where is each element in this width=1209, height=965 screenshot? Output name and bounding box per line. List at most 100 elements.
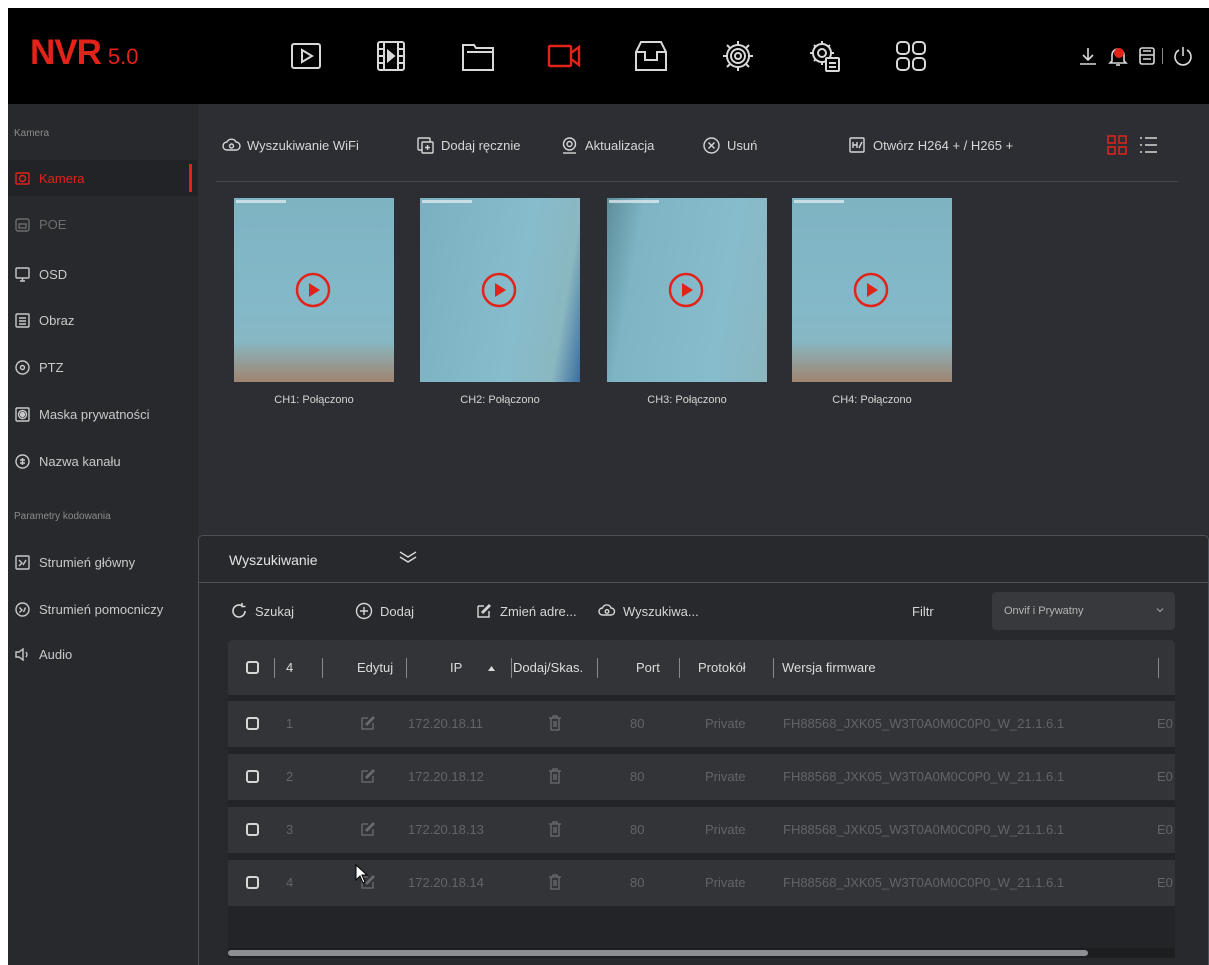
table-row[interactable]: 2 172.20.18.12 80 Private FH88568_JXK05_…: [228, 754, 1175, 800]
edit-icon[interactable]: [359, 767, 377, 785]
column-header-ip[interactable]: IP: [450, 660, 462, 675]
search-button-label: Szukaj: [255, 603, 295, 619]
chevron-down-icon: [1156, 608, 1164, 613]
channel-status-label: CH3: Połączono: [647, 394, 727, 406]
row-number: 3: [286, 822, 294, 837]
sidebar-item-privacy-mask[interactable]: Maska prywatności: [8, 396, 198, 432]
collapse-chevron-icon[interactable]: [397, 548, 419, 566]
select-all-checkbox[interactable]: [246, 661, 259, 674]
column-divider: [274, 658, 275, 678]
sidebar-item-audio[interactable]: Audio: [8, 636, 198, 672]
sidebar-item-camera[interactable]: Kamera: [8, 160, 198, 196]
column-header-protocol[interactable]: Protokół: [698, 660, 746, 675]
edit-icon[interactable]: [359, 714, 377, 732]
row-ip: 172.20.18.13: [408, 822, 484, 837]
add-manual-button[interactable]: Dodaj ręcznie: [416, 136, 521, 155]
monitor-icon: [15, 266, 30, 282]
channel-status-label: CH4: Połączono: [832, 394, 912, 406]
row-checkbox[interactable]: [246, 876, 259, 889]
row-protocol: Private: [705, 822, 746, 837]
row-extra: E0: [1157, 875, 1173, 890]
camera-icon: [15, 171, 30, 185]
change-address-button[interactable]: Zmień adre...: [475, 602, 577, 620]
channel-video-preview[interactable]: [234, 198, 394, 382]
audio-icon: [15, 647, 28, 661]
column-header-edit[interactable]: Edytuj: [357, 660, 393, 675]
column-header-port[interactable]: Port: [636, 660, 660, 675]
play-icon[interactable]: [480, 271, 518, 309]
column-header-firmware[interactable]: Wersja firmware: [782, 660, 876, 675]
play-icon[interactable]: [852, 271, 890, 309]
apps-icon[interactable]: [893, 38, 929, 74]
delete-trash-icon[interactable]: [546, 820, 564, 838]
add-button[interactable]: Dodaj: [355, 602, 414, 620]
delete-trash-icon[interactable]: [546, 873, 564, 891]
sidebar-item-sub-stream[interactable]: Strumień pomocniczy: [8, 591, 198, 627]
edit-icon[interactable]: [359, 820, 377, 838]
row-checkbox[interactable]: [246, 770, 259, 783]
column-divider: [511, 658, 512, 678]
notification-bell-icon[interactable]: [1107, 45, 1129, 67]
row-port: 80: [630, 769, 645, 784]
system-settings-icon[interactable]: [806, 38, 842, 74]
settings-icon[interactable]: [720, 38, 756, 74]
row-number: 4: [286, 875, 294, 890]
delete-trash-icon[interactable]: [546, 767, 564, 785]
table-row[interactable]: 3 172.20.18.13 80 Private FH88568_JXK05_…: [228, 807, 1175, 853]
row-firmware: FH88568_JXK05_W3T0A0M0C0P0_W_21.1.6.1: [783, 822, 1065, 837]
table-row[interactable]: 4 172.20.18.14 80 Private FH88568_JXK05_…: [228, 860, 1175, 906]
folder-icon[interactable]: [460, 38, 496, 74]
playback-icon[interactable]: [288, 38, 324, 74]
search-button[interactable]: Szukaj: [230, 602, 294, 620]
filter-dropdown[interactable]: Onvif i Prywatny: [992, 592, 1175, 630]
power-icon[interactable]: [1172, 45, 1194, 67]
codec-icon: [849, 137, 865, 153]
delete-button[interactable]: Usuń: [702, 136, 757, 155]
logo-version: 5.0: [107, 44, 139, 69]
video-files-icon[interactable]: [373, 38, 409, 74]
download-icon[interactable]: [1077, 45, 1099, 67]
poe-icon: [15, 217, 30, 232]
row-checkbox[interactable]: [246, 717, 259, 730]
sidebar-item-channel-name[interactable]: Nazwa kanału: [8, 443, 198, 479]
row-extra: E0: [1157, 716, 1173, 731]
channel-video-preview[interactable]: [420, 198, 580, 382]
delete-trash-icon[interactable]: [546, 714, 564, 732]
h265-button[interactable]: Otwórz H264 + / H265 +: [848, 136, 1013, 155]
wifi-search-button[interactable]: Wyszukiwanie WiFi: [222, 136, 359, 155]
storage-icon[interactable]: [633, 38, 669, 74]
account-icon[interactable]: [1136, 45, 1158, 67]
grid-view-icon[interactable]: [1106, 134, 1128, 156]
row-firmware: FH88568_JXK05_W3T0A0M0C0P0_W_21.1.6.1: [783, 769, 1065, 784]
row-extra: E0: [1157, 769, 1173, 784]
table-row[interactable]: 1 172.20.18.11 80 Private FH88568_JXK05_…: [228, 701, 1175, 747]
update-icon: [562, 137, 577, 154]
camera-icon[interactable]: [546, 38, 582, 74]
sidebar-item-poe[interactable]: POE: [8, 206, 198, 242]
column-divider: [773, 658, 774, 678]
search-panel-header: Wyszukiwanie: [199, 536, 1208, 583]
column-header-add-delete[interactable]: Dodaj/Skas.: [513, 660, 583, 675]
sidebar-item-image[interactable]: Obraz: [8, 302, 198, 338]
sidebar-section-camera: Kamera: [14, 128, 50, 139]
sort-ascending-icon[interactable]: [487, 664, 496, 673]
horizontal-scrollbar[interactable]: [228, 948, 1175, 958]
sidebar-item-osd[interactable]: OSD: [8, 256, 198, 292]
sub-stream-icon: [15, 601, 30, 617]
main-content: Wyszukiwanie WiFi Dodaj ręcznie Aktualiz…: [198, 104, 1209, 965]
channel-status-label: CH2: Połączono: [460, 394, 540, 406]
sidebar-item-label: PTZ: [39, 359, 64, 375]
delete-icon: [703, 137, 720, 154]
sidebar-item-ptz[interactable]: PTZ: [8, 349, 198, 385]
sidebar-item-main-stream[interactable]: Strumień główny: [8, 544, 198, 580]
row-checkbox[interactable]: [246, 823, 259, 836]
update-button[interactable]: Aktualizacja: [560, 136, 654, 155]
sidebar-section-encoding: Parametry kodowania: [14, 511, 111, 522]
scrollbar-thumb[interactable]: [228, 950, 1088, 956]
play-icon[interactable]: [667, 271, 705, 309]
cloud-search-button[interactable]: Wyszukiwa...: [598, 602, 699, 620]
channel-video-preview[interactable]: [607, 198, 767, 382]
list-view-icon[interactable]: [1137, 134, 1159, 156]
play-icon[interactable]: [294, 271, 332, 309]
channel-video-preview[interactable]: [792, 198, 952, 382]
